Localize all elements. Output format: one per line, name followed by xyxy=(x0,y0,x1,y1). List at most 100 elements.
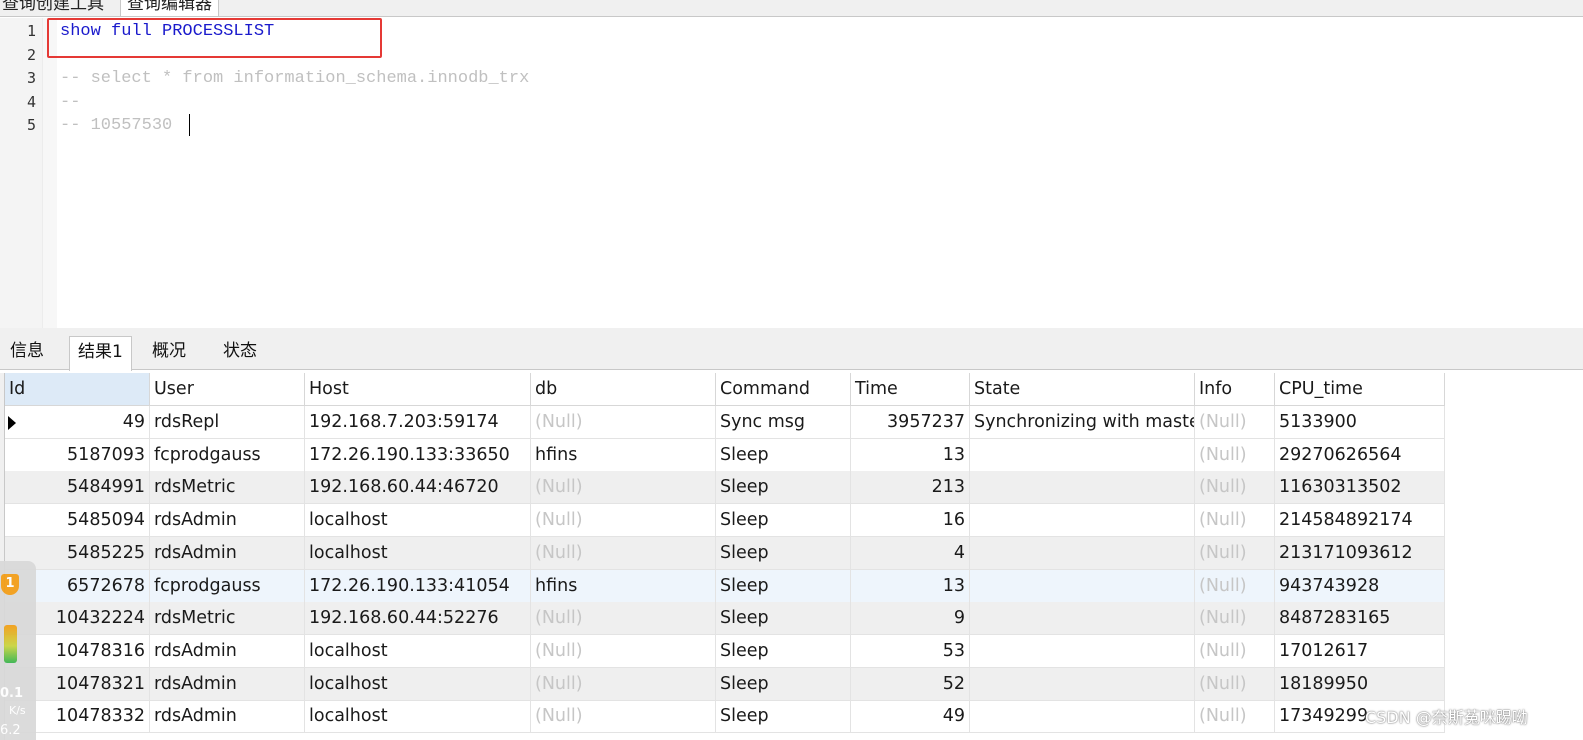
table-row[interactable]: 5484991 rdsMetric 192.168.60.44:46720 (Null… xyxy=(5,471,1445,505)
cell-command[interactable]: Sleep xyxy=(716,536,851,570)
cell-host[interactable]: 192.168.60.44:52276 xyxy=(305,602,531,636)
sql-editor[interactable]: 1 2 3 4 5 show full PROCESSLIST -- selec… xyxy=(0,18,1583,328)
cell-command[interactable]: Sleep xyxy=(716,602,851,636)
cell-cpu-time[interactable]: 213171093612 xyxy=(1275,536,1445,570)
column-header-time[interactable]: Time xyxy=(851,373,970,406)
tab-info[interactable]: 信息 xyxy=(2,336,52,370)
cell-time[interactable]: 9 xyxy=(851,602,970,636)
cell-time[interactable]: 49 xyxy=(851,700,970,734)
cell-info[interactable]: (Null) xyxy=(1195,536,1275,570)
tab-query-builder[interactable]: 查询创建工具 xyxy=(0,0,110,16)
tab-status[interactable]: 状态 xyxy=(215,336,265,370)
column-header-state[interactable]: State xyxy=(970,373,1195,406)
table-row[interactable]: 10478332 rdsAdmin localhost (Null) Sleep 49 (N… xyxy=(5,700,1445,734)
cell-host[interactable]: 172.26.190.133:41054 xyxy=(305,569,531,603)
cell-info[interactable]: (Null) xyxy=(1195,602,1275,636)
column-header-user[interactable]: User xyxy=(150,373,305,406)
cell-command[interactable]: Sync msg xyxy=(716,406,851,439)
cell-state[interactable] xyxy=(970,504,1195,538)
cell-db[interactable]: (Null) xyxy=(531,634,716,668)
tab-query-editor[interactable]: 查询编辑器 xyxy=(120,0,219,16)
cell-cpu-time[interactable]: 943743928 xyxy=(1275,569,1445,603)
tab-result1[interactable]: 结果1 xyxy=(69,336,132,371)
cell-id[interactable]: 49 xyxy=(5,406,150,439)
cell-state[interactable] xyxy=(970,438,1195,472)
cell-state[interactable] xyxy=(970,536,1195,570)
cell-db[interactable]: (Null) xyxy=(531,471,716,505)
cell-state[interactable] xyxy=(970,667,1195,701)
column-header-cpu-time[interactable]: CPU_time xyxy=(1275,373,1445,406)
cell-user[interactable]: rdsMetric xyxy=(150,602,305,636)
cell-user[interactable]: rdsAdmin xyxy=(150,504,305,538)
cell-cpu-time[interactable]: 11630313502 xyxy=(1275,471,1445,505)
cell-command[interactable]: Sleep xyxy=(716,634,851,668)
cell-time[interactable]: 3957237 xyxy=(851,406,970,439)
cell-info[interactable]: (Null) xyxy=(1195,438,1275,472)
table-row[interactable]: 10432224 rdsMetric 192.168.60.44:52276 (Nul… xyxy=(5,602,1445,636)
cell-user[interactable]: rdsRepl xyxy=(150,406,305,439)
cell-cpu-time[interactable]: 17012617 xyxy=(1275,634,1445,668)
cell-cpu-time[interactable]: 8487283165 xyxy=(1275,602,1445,636)
cell-time[interactable]: 13 xyxy=(851,569,970,603)
cell-command[interactable]: Sleep xyxy=(716,569,851,603)
network-speed-widget[interactable]: 1 0.1 K/s 6.2 xyxy=(0,561,36,740)
cell-time[interactable]: 16 xyxy=(851,504,970,538)
cell-user[interactable]: rdsMetric xyxy=(150,471,305,505)
cell-db[interactable]: hfins xyxy=(531,438,716,472)
cell-state[interactable] xyxy=(970,569,1195,603)
cell-cpu-time[interactable]: 29270626564 xyxy=(1275,438,1445,472)
cell-cpu-time[interactable]: 18189950 xyxy=(1275,667,1445,701)
tab-profile[interactable]: 概况 xyxy=(144,336,194,370)
table-row[interactable]: 5187093 fcprodgauss 172.26.190.133:33650 hf… xyxy=(5,438,1445,472)
cell-host[interactable]: localhost xyxy=(305,700,531,734)
column-header-command[interactable]: Command xyxy=(716,373,851,406)
table-row[interactable]: 6572678 fcprodgauss 172.26.190.133:41054 hf… xyxy=(5,569,1445,603)
cell-info[interactable]: (Null) xyxy=(1195,569,1275,603)
cell-host[interactable]: 192.168.60.44:46720 xyxy=(305,471,531,505)
cell-command[interactable]: Sleep xyxy=(716,504,851,538)
table-row[interactable]: 5485225 rdsAdmin localhost (Null) Sleep 4 (Nul… xyxy=(5,536,1445,570)
cell-user[interactable]: rdsAdmin xyxy=(150,634,305,668)
cell-time[interactable]: 4 xyxy=(851,536,970,570)
cell-info[interactable]: (Null) xyxy=(1195,471,1275,505)
cell-db[interactable]: (Null) xyxy=(531,504,716,538)
cell-db[interactable]: hfins xyxy=(531,569,716,603)
cell-host[interactable]: localhost xyxy=(305,504,531,538)
cell-id[interactable]: 5485094 xyxy=(5,504,150,538)
cell-time[interactable]: 13 xyxy=(851,438,970,472)
cell-host[interactable]: 192.168.7.203:59174 xyxy=(305,406,531,439)
cell-user[interactable]: fcprodgauss xyxy=(150,438,305,472)
cell-state[interactable] xyxy=(970,471,1195,505)
column-header-host[interactable]: Host xyxy=(305,373,531,406)
cell-state[interactable] xyxy=(970,700,1195,734)
cell-info[interactable]: (Null) xyxy=(1195,634,1275,668)
table-row[interactable]: 49 rdsRepl 192.168.7.203:59174 (Null) Sync m… xyxy=(5,406,1445,439)
cell-info[interactable]: (Null) xyxy=(1195,406,1275,439)
cell-state[interactable] xyxy=(970,602,1195,636)
cell-time[interactable]: 52 xyxy=(851,667,970,701)
cell-command[interactable]: Sleep xyxy=(716,438,851,472)
result-grid[interactable]: Id User Host db Command Time State Info CPU_time… xyxy=(0,373,1583,740)
cell-time[interactable]: 53 xyxy=(851,634,970,668)
cell-user[interactable]: rdsAdmin xyxy=(150,536,305,570)
cell-command[interactable]: Sleep xyxy=(716,667,851,701)
column-header-db[interactable]: db xyxy=(531,373,716,406)
cell-db[interactable]: (Null) xyxy=(531,536,716,570)
cell-db[interactable]: (Null) xyxy=(531,667,716,701)
code-line-comment[interactable]: -- 10557530 xyxy=(60,114,172,138)
column-header-id[interactable]: Id xyxy=(5,373,150,406)
cell-user[interactable]: rdsAdmin xyxy=(150,667,305,701)
cell-id[interactable]: 5187093 xyxy=(5,438,150,472)
cell-info[interactable]: (Null) xyxy=(1195,700,1275,734)
cell-time[interactable]: 213 xyxy=(851,471,970,505)
cell-command[interactable]: Sleep xyxy=(716,700,851,734)
table-row[interactable]: 10478316 rdsAdmin localhost (Null) Sleep 53 (N… xyxy=(5,634,1445,668)
code-line-comment[interactable]: -- select * from information_schema.inno… xyxy=(60,67,529,91)
cell-db[interactable]: (Null) xyxy=(531,700,716,734)
table-row[interactable]: 5485094 rdsAdmin localhost (Null) Sleep 16 (Nu… xyxy=(5,504,1445,538)
cell-host[interactable]: localhost xyxy=(305,536,531,570)
cell-host[interactable]: 172.26.190.133:33650 xyxy=(305,438,531,472)
cell-state[interactable]: Synchronizing with maste xyxy=(970,406,1195,439)
cell-info[interactable]: (Null) xyxy=(1195,667,1275,701)
column-header-info[interactable]: Info xyxy=(1195,373,1275,406)
